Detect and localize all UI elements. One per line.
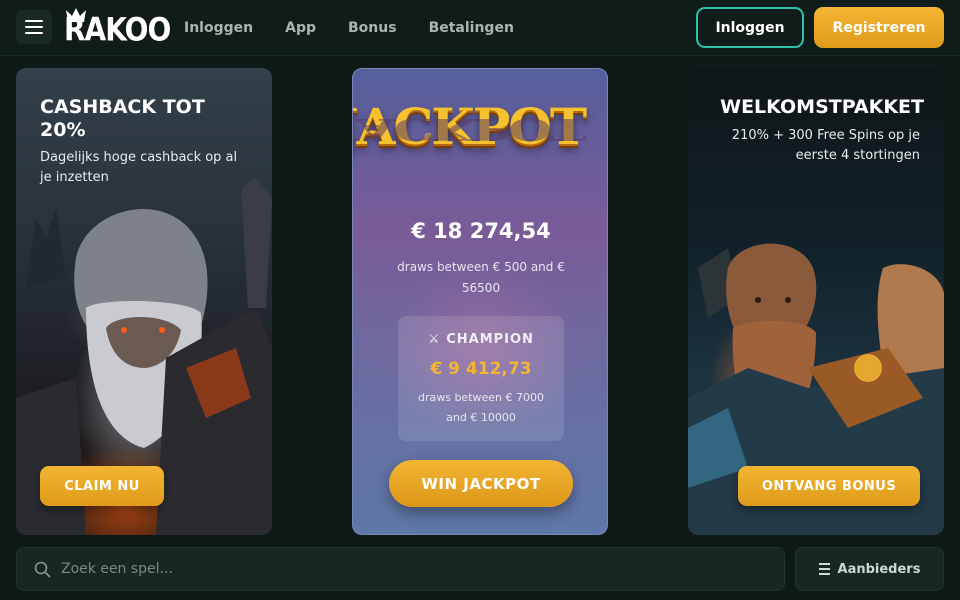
champion-box: ⚔ CHAMPION € 9 412,73 draws between € 70…	[398, 316, 564, 441]
nav-app[interactable]: App	[285, 20, 316, 36]
main-nav: Inloggen App Bonus Betalingen	[184, 0, 514, 56]
logo-text: RAKOO	[64, 10, 171, 49]
nav-login[interactable]: Inloggen	[184, 20, 253, 36]
nav-bonus[interactable]: Bonus	[348, 20, 397, 36]
register-button[interactable]: Registreren	[814, 7, 944, 48]
providers-button[interactable]: Aanbieders	[795, 547, 944, 591]
providers-label: Aanbieders	[837, 561, 921, 577]
rakoo-logo[interactable]: RAKOO	[64, 8, 171, 48]
champion-range: draws between € 7000 and € 10000	[417, 391, 545, 424]
list-icon	[818, 563, 830, 575]
cashback-title: CASHBACK TOT 20%	[40, 96, 205, 141]
game-search-bar	[16, 547, 785, 591]
menu-line	[25, 32, 43, 34]
win-jackpot-button[interactable]: WIN JACKPOT	[389, 460, 573, 507]
champion-label: ⚔ CHAMPION	[428, 332, 534, 347]
jackpot-card: JACKPOT JACKPOT € 18 274,54 draws betwee…	[352, 68, 608, 535]
hamburger-menu-button[interactable]	[16, 10, 52, 44]
claim-now-button[interactable]: CLAIM NU	[40, 466, 164, 506]
search-input[interactable]	[61, 548, 761, 590]
welcome-title: WELKOMSTPAKKET	[720, 96, 924, 118]
champion-amount: € 9 412,73	[430, 359, 532, 379]
nav-payments[interactable]: Betalingen	[429, 20, 514, 36]
welcome-package-card[interactable]: WELKOMSTPAKKET 210% + 300 Free Spins op …	[688, 68, 944, 535]
jackpot-banner-reflection: JACKPOT	[352, 111, 586, 147]
jackpot-range: draws between € 500 and € 56500	[397, 260, 565, 295]
jackpot-amount: € 18 274,54	[411, 219, 551, 243]
menu-line	[25, 26, 43, 28]
search-icon	[34, 561, 51, 578]
receive-bonus-button[interactable]: ONTVANG BONUS	[738, 466, 920, 506]
menu-line	[25, 20, 43, 22]
top-header: RAKOO Inloggen App Bonus Betalingen Inlo…	[0, 0, 960, 56]
welcome-subtitle: 210% + 300 Free Spins op je eerste 4 sto…	[731, 128, 920, 163]
login-button[interactable]: Inloggen	[696, 7, 804, 48]
cashback-subtitle: Dagelijks hoge cashback op al je inzette…	[40, 150, 238, 185]
cashback-promo-card[interactable]: CASHBACK TOT 20% Dagelijks hoge cashback…	[16, 68, 272, 535]
